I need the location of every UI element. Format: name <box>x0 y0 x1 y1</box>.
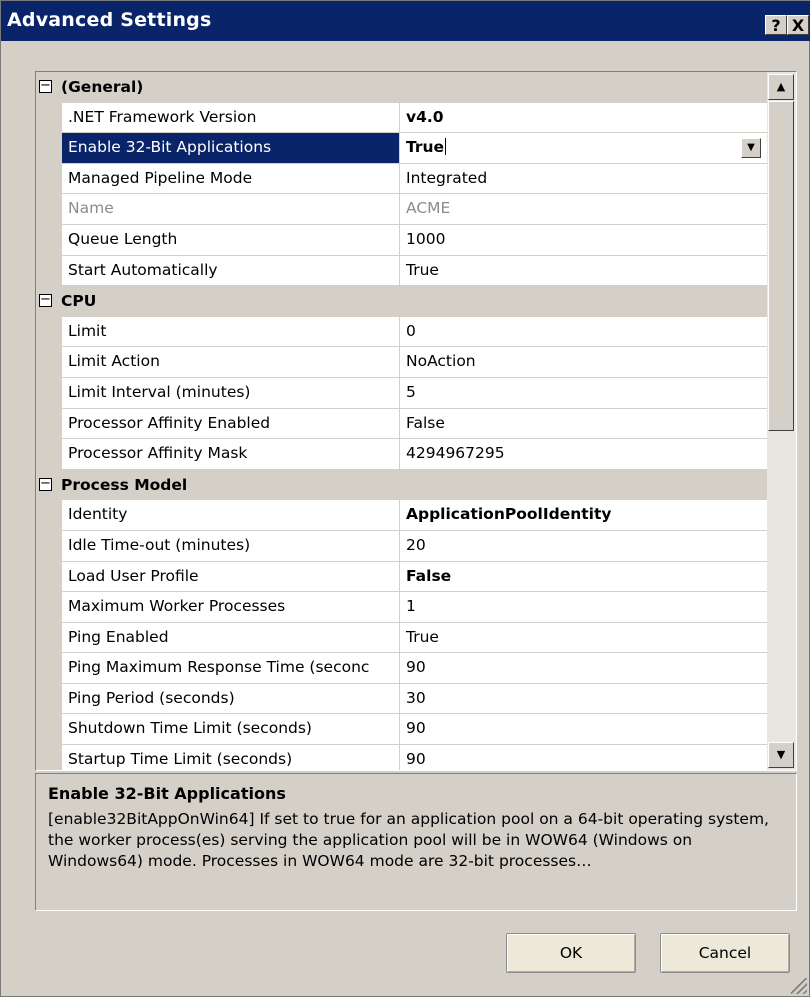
category-label: (General) <box>61 78 144 96</box>
property-value[interactable]: 0 <box>400 316 767 348</box>
property-name: Processor Affinity Enabled <box>62 408 400 440</box>
property-grid: − (General) .NET Framework Version v4.0 … <box>35 71 797 771</box>
property-row[interactable]: Queue Length 1000 <box>36 224 767 256</box>
property-row[interactable]: Ping Period (seconds) 30 <box>36 683 767 715</box>
description-panel: Enable 32-Bit Applications [enable32BitA… <box>35 773 797 911</box>
property-value[interactable]: NoAction <box>400 347 767 378</box>
category-cpu[interactable]: − CPU <box>36 286 767 317</box>
vertical-scrollbar[interactable]: ▲ ▼ <box>767 72 796 770</box>
property-value[interactable]: Integrated <box>400 163 767 195</box>
property-value[interactable]: False <box>400 561 767 593</box>
property-value[interactable]: 30 <box>400 683 767 715</box>
property-name: Identity <box>62 500 400 531</box>
property-row[interactable]: Limit Action NoAction <box>36 347 767 378</box>
property-value-text[interactable]: True <box>406 138 444 156</box>
resize-grip-icon[interactable] <box>791 978 807 994</box>
property-value[interactable]: 90 <box>400 653 767 684</box>
advanced-settings-dialog: Advanced Settings ? X − (General) .NET F… <box>0 0 810 997</box>
category-general[interactable]: − (General) <box>36 72 767 103</box>
property-name: Maximum Worker Processes <box>62 592 400 623</box>
property-name: Limit <box>62 316 400 348</box>
property-row[interactable]: Startup Time Limit (seconds) 90 <box>36 745 767 770</box>
property-row[interactable]: Ping Enabled True <box>36 622 767 654</box>
description-title: Enable 32-Bit Applications <box>48 784 286 803</box>
property-name: .NET Framework Version <box>62 102 400 134</box>
property-name: Startup Time Limit (seconds) <box>62 745 400 770</box>
property-value[interactable]: True <box>400 255 767 287</box>
property-value[interactable]: 20 <box>400 530 767 562</box>
property-row[interactable]: Managed Pipeline Mode Integrated <box>36 163 767 195</box>
property-value[interactable]: 4294967295 <box>400 439 767 470</box>
property-row[interactable]: Shutdown Time Limit (seconds) 90 <box>36 714 767 746</box>
property-row[interactable]: Start Automatically True <box>36 255 767 287</box>
property-name: Name <box>62 194 400 225</box>
close-button[interactable]: X <box>787 15 809 35</box>
property-value[interactable]: True <box>400 622 767 654</box>
property-row[interactable]: Maximum Worker Processes 1 <box>36 592 767 623</box>
property-value[interactable]: v4.0 <box>400 102 767 134</box>
property-value[interactable]: ApplicationPoolIdentity <box>400 500 767 531</box>
property-value-editor[interactable]: True ▼ <box>400 133 767 164</box>
scrollbar-thumb[interactable] <box>768 101 794 431</box>
property-value[interactable]: 5 <box>400 377 767 409</box>
scroll-down-arrow-icon[interactable]: ▼ <box>768 742 794 768</box>
property-name: Limit Action <box>62 347 400 378</box>
property-row[interactable]: Load User Profile False <box>36 561 767 593</box>
property-row[interactable]: Processor Affinity Mask 4294967295 <box>36 439 767 470</box>
property-row[interactable]: Limit Interval (minutes) 5 <box>36 377 767 409</box>
property-name: Idle Time-out (minutes) <box>62 530 400 562</box>
property-name: Shutdown Time Limit (seconds) <box>62 714 400 746</box>
window-title: Advanced Settings <box>7 9 212 31</box>
category-label: CPU <box>61 292 97 311</box>
description-text: [enable32BitAppOnWin64] If set to true f… <box>48 810 769 870</box>
cancel-button[interactable]: Cancel <box>660 933 790 973</box>
property-row-disabled[interactable]: Name ACME <box>36 194 767 225</box>
category-label: Process Model <box>61 475 188 494</box>
property-row[interactable]: Ping Maximum Response Time (seconc 90 <box>36 653 767 684</box>
property-value[interactable]: False <box>400 408 767 440</box>
property-value[interactable]: 1000 <box>400 224 767 256</box>
dropdown-arrow-icon[interactable]: ▼ <box>741 138 761 159</box>
property-row-selected[interactable]: Enable 32-Bit Applications True ▼ <box>36 133 767 164</box>
property-name: Ping Enabled <box>62 622 400 654</box>
scroll-up-arrow-icon[interactable]: ▲ <box>768 74 794 100</box>
property-value[interactable]: 90 <box>400 745 767 770</box>
help-button[interactable]: ? <box>765 15 787 35</box>
text-caret <box>445 138 447 156</box>
property-grid-rows: − (General) .NET Framework Version v4.0 … <box>36 72 767 770</box>
property-name: Enable 32-Bit Applications <box>62 133 400 164</box>
ok-button[interactable]: OK <box>506 933 636 973</box>
collapse-icon[interactable]: − <box>39 477 52 491</box>
property-name: Limit Interval (minutes) <box>62 377 400 409</box>
property-value: ACME <box>400 194 767 225</box>
property-row[interactable]: Idle Time-out (minutes) 20 <box>36 530 767 562</box>
title-bar[interactable]: Advanced Settings ? X <box>1 1 810 41</box>
property-row[interactable]: Processor Affinity Enabled False <box>36 408 767 440</box>
property-name: Queue Length <box>62 224 400 256</box>
property-row[interactable]: Identity ApplicationPoolIdentity <box>36 500 767 531</box>
property-name: Managed Pipeline Mode <box>62 163 400 195</box>
collapse-icon[interactable]: − <box>39 293 52 308</box>
property-name: Load User Profile <box>62 561 400 593</box>
property-name: Ping Maximum Response Time (seconc <box>62 653 400 684</box>
property-name: Ping Period (seconds) <box>62 683 400 715</box>
property-value[interactable]: 1 <box>400 592 767 623</box>
property-name: Start Automatically <box>62 255 400 287</box>
category-process-model[interactable]: − Process Model <box>36 469 767 501</box>
property-row[interactable]: .NET Framework Version v4.0 <box>36 102 767 134</box>
property-row[interactable]: Limit 0 <box>36 316 767 348</box>
property-name: Processor Affinity Mask <box>62 439 400 470</box>
property-value[interactable]: 90 <box>400 714 767 746</box>
collapse-icon[interactable]: − <box>39 79 52 93</box>
